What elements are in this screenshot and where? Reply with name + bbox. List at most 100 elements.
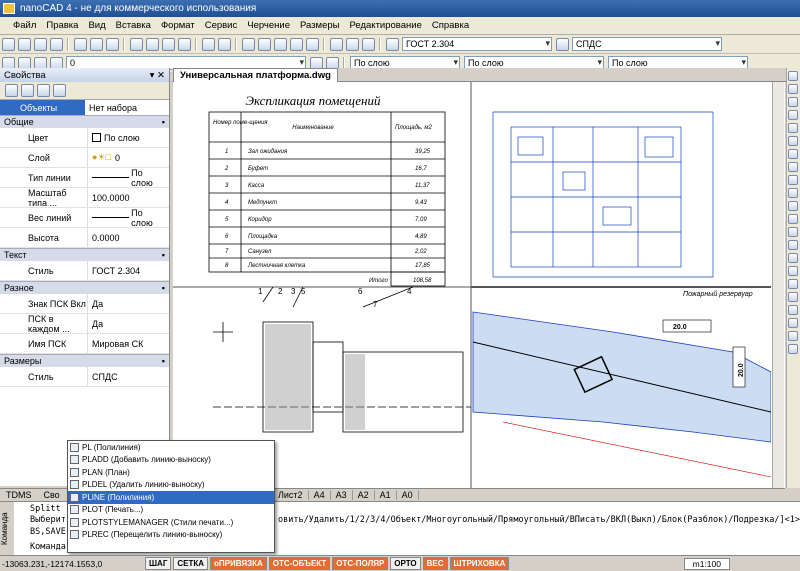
cut-icon[interactable] (129, 37, 143, 51)
pan-icon[interactable] (241, 37, 255, 51)
group-general[interactable]: Общие ▪ (0, 115, 169, 128)
filter-icon[interactable] (36, 84, 50, 97)
prop-row-color[interactable]: Цвет По слою (0, 128, 169, 148)
menu-item-file[interactable]: Файл (8, 20, 41, 31)
rotate-tool-icon[interactable] (788, 240, 798, 250)
status-otrack-button[interactable]: ОТС-ОБЪЕКТ (268, 557, 331, 570)
menu-item-edit[interactable]: Правка (41, 20, 83, 31)
prop-row-ucs-on[interactable]: Знак ПСК Вкл Да (0, 294, 169, 314)
quick-select-icon[interactable] (4, 84, 18, 97)
fillet-tool-icon[interactable] (788, 318, 798, 328)
menu-item-format[interactable]: Формат (156, 20, 200, 31)
zoom-extents-icon[interactable] (289, 37, 303, 51)
tab-layout-a1[interactable]: A1 (375, 490, 397, 500)
line-tool-icon[interactable] (788, 71, 798, 81)
tab-layout-a2[interactable]: A2 (353, 490, 375, 500)
save-icon[interactable] (33, 37, 47, 51)
menu-item-service[interactable]: Сервис (200, 20, 243, 31)
close-icon[interactable]: ▾ ✕ (150, 70, 165, 81)
trim-tool-icon[interactable] (788, 292, 798, 302)
status-lineweight-button[interactable]: ВЕС (422, 557, 448, 570)
prop-row-text-style[interactable]: Стиль ГОСТ 2.304 (0, 261, 169, 281)
tab-tdms[interactable]: TDMS (0, 490, 38, 500)
new-file-icon[interactable] (1, 37, 15, 51)
copy-icon[interactable] (145, 37, 159, 51)
undo-icon[interactable] (201, 37, 215, 51)
status-hatch-button[interactable]: ШТРИХОВКА (449, 557, 510, 570)
prop-row-ucs-each[interactable]: ПСК в каждом ... Да (0, 314, 169, 334)
group-text[interactable]: Текст ▪ (0, 248, 169, 261)
autocomplete-item[interactable]: PLADD (Добавить линию-выноску) (68, 454, 274, 467)
spline-tool-icon[interactable] (788, 201, 798, 211)
polyline-tool-icon[interactable] (788, 84, 798, 94)
vertical-scrollbar[interactable] (772, 82, 784, 488)
prop-row-lineweight[interactable]: Вес линий По слою (0, 208, 169, 228)
prop-row-height[interactable]: Высота 0.0000 (0, 228, 169, 248)
group-dimensions[interactable]: Размеры ▪ (0, 354, 169, 367)
save-as-icon[interactable] (49, 37, 63, 51)
print-preview-icon[interactable] (89, 37, 103, 51)
open-file-icon[interactable] (17, 37, 31, 51)
arc-tool-icon[interactable] (788, 110, 798, 120)
delete-icon[interactable] (177, 37, 191, 51)
scale-tool-icon[interactable] (788, 253, 798, 263)
autocomplete-item[interactable]: PLREC (Перещелить линию-выноску) (68, 529, 274, 542)
offset-tool-icon[interactable] (788, 279, 798, 289)
help-icon[interactable] (361, 37, 375, 51)
selection-row[interactable]: Объекты Нет набора (0, 100, 169, 115)
ellipse-tool-icon[interactable] (788, 149, 798, 159)
rectangle-tool-icon[interactable] (788, 123, 798, 133)
array-tool-icon[interactable] (788, 344, 798, 354)
menu-item-dimensions[interactable]: Размеры (295, 20, 344, 31)
select-objects-icon[interactable] (20, 84, 34, 97)
zoom-window-icon[interactable] (273, 37, 287, 51)
prop-row-ltscale[interactable]: Масштаб типа ... 100.0000 (0, 188, 169, 208)
mirror-tool-icon[interactable] (788, 266, 798, 276)
print-icon[interactable] (73, 37, 87, 51)
menu-item-insert[interactable]: Вставка (111, 20, 156, 31)
properties-icon[interactable] (329, 37, 343, 51)
autocomplete-item[interactable]: PL (Полилиния) (68, 441, 274, 454)
text-style-select[interactable]: ГОСТ 2.304 (402, 37, 552, 51)
autocomplete-item[interactable]: PLOT (Печать...) (68, 504, 274, 517)
prop-row-linetype[interactable]: Тип линии По слою (0, 168, 169, 188)
tab-layout-a4[interactable]: A4 (309, 490, 331, 500)
status-ortho-button[interactable]: ОРТО (390, 557, 421, 570)
group-misc[interactable]: Разное ▪ (0, 281, 169, 294)
prop-row-dim-style[interactable]: Стиль СПДС (0, 367, 169, 387)
prop-row-layer[interactable]: Слой ●☀□ 0 (0, 148, 169, 168)
autocomplete-item[interactable]: PLAN (План) (68, 466, 274, 479)
zoom-realtime-icon[interactable] (257, 37, 271, 51)
status-snap-button[interactable]: ШАГ (145, 557, 172, 570)
zoom-previous-icon[interactable] (305, 37, 319, 51)
extend-tool-icon[interactable] (788, 305, 798, 315)
document-tab[interactable]: Универсальная платформа.dwg (173, 68, 338, 82)
autocomplete-item[interactable]: PLDEL (Удалить линию-выноску) (68, 479, 274, 492)
text-tool-icon[interactable] (788, 175, 798, 185)
menu-item-help[interactable]: Справка (427, 20, 474, 31)
status-polar-button[interactable]: ОТС-ПОЛЯР (332, 557, 389, 570)
design-center-icon[interactable] (345, 37, 359, 51)
menu-item-modify[interactable]: Редактирование (344, 20, 426, 31)
hatch-tool-icon[interactable] (788, 162, 798, 172)
dim-style-select[interactable]: СПДС (572, 37, 722, 51)
autocomplete-item[interactable]: PLOTSTYLEMANAGER (Стили печати...) (68, 516, 274, 529)
explode-tool-icon[interactable] (788, 331, 798, 341)
toggle-pickadd-icon[interactable] (52, 84, 66, 97)
menu-item-draw[interactable]: Черчение (242, 20, 295, 31)
annotation-scale[interactable]: m1:100 (683, 557, 730, 570)
paste-icon[interactable] (161, 37, 175, 51)
move-tool-icon[interactable] (788, 227, 798, 237)
menu-item-view[interactable]: Вид (83, 20, 110, 31)
polygon-tool-icon[interactable] (788, 136, 798, 146)
status-osnap-button[interactable]: оПРИВЯЗКА (210, 557, 267, 570)
tab-layout-list2[interactable]: Лист2 (273, 490, 309, 500)
status-grid-button[interactable]: СЕТКА (173, 557, 209, 570)
tab-layout-a3[interactable]: A3 (331, 490, 353, 500)
prop-row-ucs-name[interactable]: Имя ПСК Мировая СК (0, 334, 169, 354)
tab-layout-a0[interactable]: A0 (397, 490, 419, 500)
redo-icon[interactable] (217, 37, 231, 51)
publish-icon[interactable] (105, 37, 119, 51)
point-tool-icon[interactable] (788, 188, 798, 198)
autocomplete-item-selected[interactable]: PLINE (Полилиния) (68, 491, 274, 504)
